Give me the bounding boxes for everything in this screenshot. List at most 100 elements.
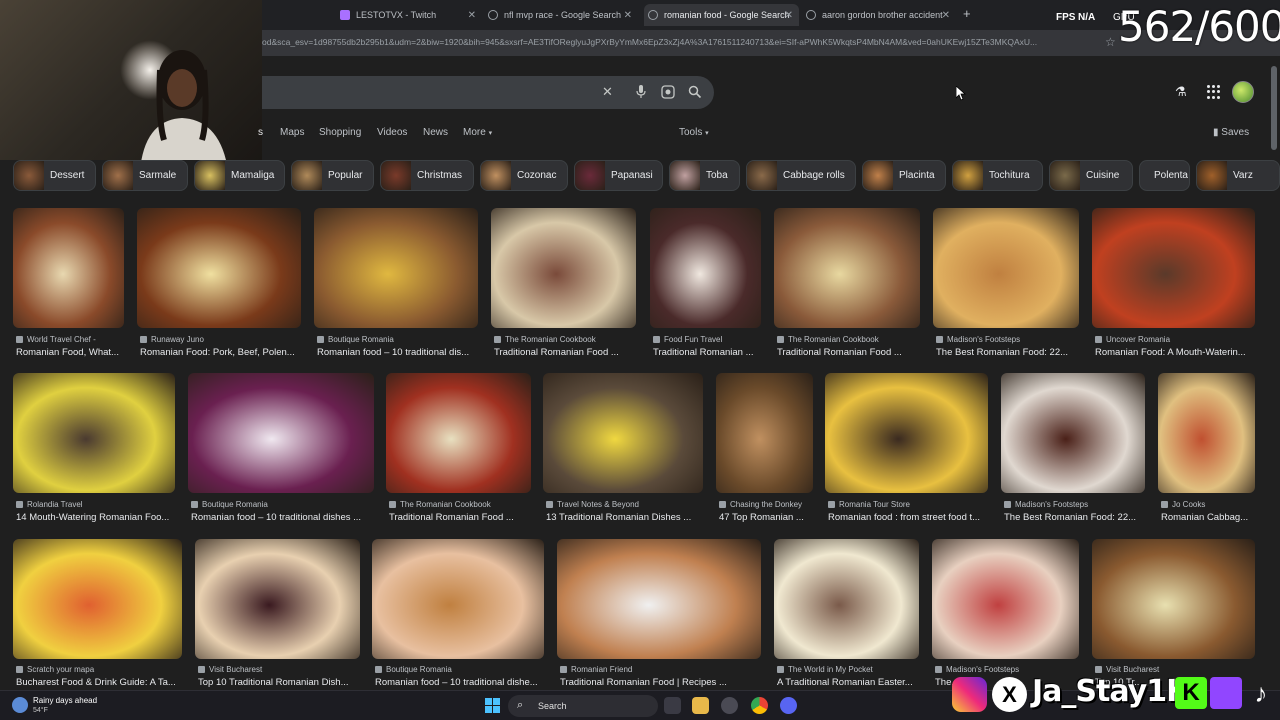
result-source[interactable]: Madison's Footsteps <box>936 335 1020 344</box>
food-thumbnail[interactable] <box>650 208 761 328</box>
food-thumbnail[interactable] <box>933 208 1079 328</box>
food-thumbnail[interactable] <box>13 208 124 328</box>
result-title[interactable]: 14 Mouth-Watering Romanian Foo... <box>16 512 176 523</box>
result-title[interactable]: Romanian food – 10 traditional dishe... <box>375 677 545 688</box>
chip-varz[interactable]: Varz <box>1196 160 1280 191</box>
food-thumbnail[interactable] <box>1092 208 1255 328</box>
scrollbar-thumb[interactable] <box>1271 66 1277 150</box>
image-result[interactable]: Jo Cooks Romanian Cabbag... <box>1158 373 1255 526</box>
result-source[interactable]: Madison's Footsteps <box>1004 500 1088 509</box>
saves-button[interactable]: ▮ Saves <box>1213 127 1249 138</box>
chip-cabbage-rolls[interactable]: Cabbage rolls <box>746 160 856 191</box>
tab-images[interactable]: s <box>258 127 263 138</box>
result-title[interactable]: Romanian Food: A Mouth-Waterin... <box>1095 347 1256 358</box>
tab-maps[interactable]: Maps <box>280 127 304 138</box>
tab-aaron-gordon[interactable]: aaron gordon brother accident ✕ <box>806 4 956 26</box>
result-source[interactable]: Romanian Friend <box>560 665 632 674</box>
food-thumbnail[interactable] <box>195 539 360 659</box>
clear-icon[interactable]: ✕ <box>602 84 613 100</box>
food-thumbnail[interactable] <box>386 373 531 493</box>
image-result[interactable]: Visit Bucharest Top 10 Traditional Romani… <box>195 539 360 691</box>
food-thumbnail[interactable] <box>825 373 988 493</box>
image-result[interactable]: The Romanian Cookbook Traditional Romania… <box>491 208 636 361</box>
chip-tochitura[interactable]: Tochitura <box>952 160 1043 191</box>
food-thumbnail[interactable] <box>13 373 175 493</box>
image-result[interactable]: Scratch your mapa Bucharest Food & Drink … <box>13 539 182 691</box>
food-thumbnail[interactable] <box>557 539 761 659</box>
image-result[interactable]: Madison's Footsteps The Best Romanian Foo… <box>933 208 1079 361</box>
image-result[interactable]: World Travel Chef - Romanian Food, What..… <box>13 208 124 361</box>
taskbar-search[interactable]: Search <box>508 695 658 717</box>
result-title[interactable]: Romanian Cabbag... <box>1161 512 1256 523</box>
result-title[interactable]: Traditional Romanian Food ... <box>777 347 921 358</box>
food-thumbnail[interactable] <box>1001 373 1145 493</box>
food-thumbnail[interactable] <box>543 373 703 493</box>
weather-temp[interactable]: 54°F <box>33 707 48 714</box>
result-title[interactable]: Romanian Food: Pork, Beef, Polen... <box>140 347 302 358</box>
microphone-icon[interactable] <box>636 85 646 99</box>
chip-cozonac[interactable]: Cozonac <box>480 160 568 191</box>
windows-start-icon[interactable] <box>485 698 500 713</box>
chip-mamaliga[interactable]: Mamaliga <box>194 160 285 191</box>
chip-papanasi[interactable]: Papanasi <box>574 160 663 191</box>
image-result[interactable]: The Romanian Cookbook Traditional Romania… <box>386 373 531 526</box>
image-result[interactable]: Boutique Romania Romanian food – 10 tradi… <box>372 539 544 691</box>
result-source[interactable]: Romania Tour Store <box>828 500 910 509</box>
bookmark-star-icon[interactable]: ☆ <box>1105 35 1116 49</box>
search-icon[interactable] <box>688 85 702 99</box>
image-result[interactable]: Food Fun Travel Traditional Romanian ... <box>650 208 761 361</box>
result-source[interactable]: Rolandia Travel <box>16 500 83 509</box>
image-result[interactable]: The World in My Pocket A Traditional Roma… <box>774 539 919 691</box>
food-thumbnail[interactable] <box>932 539 1079 659</box>
result-source[interactable]: Jo Cooks <box>1161 500 1205 509</box>
result-source[interactable]: The World in My Pocket <box>777 665 873 674</box>
image-result[interactable]: Runaway Juno Romanian Food: Pork, Beef, P… <box>137 208 301 361</box>
tab-news[interactable]: News <box>423 127 448 138</box>
file-explorer-icon[interactable] <box>692 697 709 714</box>
chip-sarmale[interactable]: Sarmale <box>102 160 188 191</box>
result-source[interactable]: The Romanian Cookbook <box>389 500 491 509</box>
result-source[interactable]: Travel Notes & Beyond <box>546 500 639 509</box>
result-title[interactable]: Top 10 Traditional Romanian Dish... <box>198 677 361 688</box>
result-source[interactable]: Boutique Romania <box>375 665 452 674</box>
result-title[interactable]: Bucharest Food & Drink Guide: A Ta... <box>16 677 183 688</box>
result-source[interactable]: Food Fun Travel <box>653 335 722 344</box>
image-result[interactable]: Romanian Friend Traditional Romanian Food… <box>557 539 761 691</box>
result-title[interactable]: Romanian Food, What... <box>16 347 125 358</box>
result-title[interactable]: Traditional Romanian ... <box>653 347 762 358</box>
close-icon[interactable]: ✕ <box>785 10 793 21</box>
food-thumbnail[interactable] <box>372 539 544 659</box>
food-thumbnail[interactable] <box>1158 373 1255 493</box>
tab-shopping[interactable]: Shopping <box>319 127 361 138</box>
food-thumbnail[interactable] <box>774 539 919 659</box>
food-thumbnail[interactable] <box>314 208 478 328</box>
food-thumbnail[interactable] <box>491 208 636 328</box>
search-input[interactable]: ✕ <box>262 76 714 109</box>
image-result[interactable]: Visit Bucharest Top 10 Tr... <box>1092 539 1255 691</box>
result-source[interactable]: Runaway Juno <box>140 335 204 344</box>
result-title[interactable]: Traditional Romanian Food ... <box>389 512 532 523</box>
url-text[interactable]: od&sca_esv=1d98755db2b295b1&udm=2&biw=19… <box>262 37 1102 47</box>
task-view-icon[interactable] <box>664 697 681 714</box>
image-result[interactable]: Romania Tour Store Romanian food : from s… <box>825 373 988 526</box>
image-result[interactable]: Madison's Footsteps The... <box>932 539 1079 691</box>
tab-twitch[interactable]: LESTOTVX - Twitch ✕ <box>340 4 482 26</box>
result-title[interactable]: Romanian food – 10 traditional dis... <box>317 347 479 358</box>
tab-more[interactable]: More ▾ <box>463 127 492 138</box>
chip-placinta[interactable]: Placinta <box>862 160 946 191</box>
result-source[interactable]: The Romanian Cookbook <box>777 335 879 344</box>
image-result[interactable]: Madison's Footsteps The Best Romanian Foo… <box>1001 373 1145 526</box>
image-result[interactable]: The Romanian Cookbook Traditional Romania… <box>774 208 920 361</box>
camera-lens-icon[interactable] <box>661 85 675 99</box>
apps-grid-icon[interactable] <box>1207 85 1221 99</box>
result-title[interactable]: 13 Traditional Romanian Dishes ... <box>546 512 704 523</box>
result-source[interactable]: Scratch your mapa <box>16 665 94 674</box>
result-source[interactable]: Chasing the Donkey <box>719 500 802 509</box>
close-icon[interactable]: ✕ <box>624 10 632 21</box>
chip-toba[interactable]: Toba <box>669 160 740 191</box>
result-title[interactable]: Romanian food – 10 traditional dishes ..… <box>191 512 375 523</box>
result-title[interactable]: 47 Top Romanian ... <box>719 512 814 523</box>
result-source[interactable]: World Travel Chef - <box>16 335 96 344</box>
tab-nfl-search[interactable]: nfl mvp race - Google Search ✕ <box>488 4 638 26</box>
food-thumbnail[interactable] <box>137 208 301 328</box>
